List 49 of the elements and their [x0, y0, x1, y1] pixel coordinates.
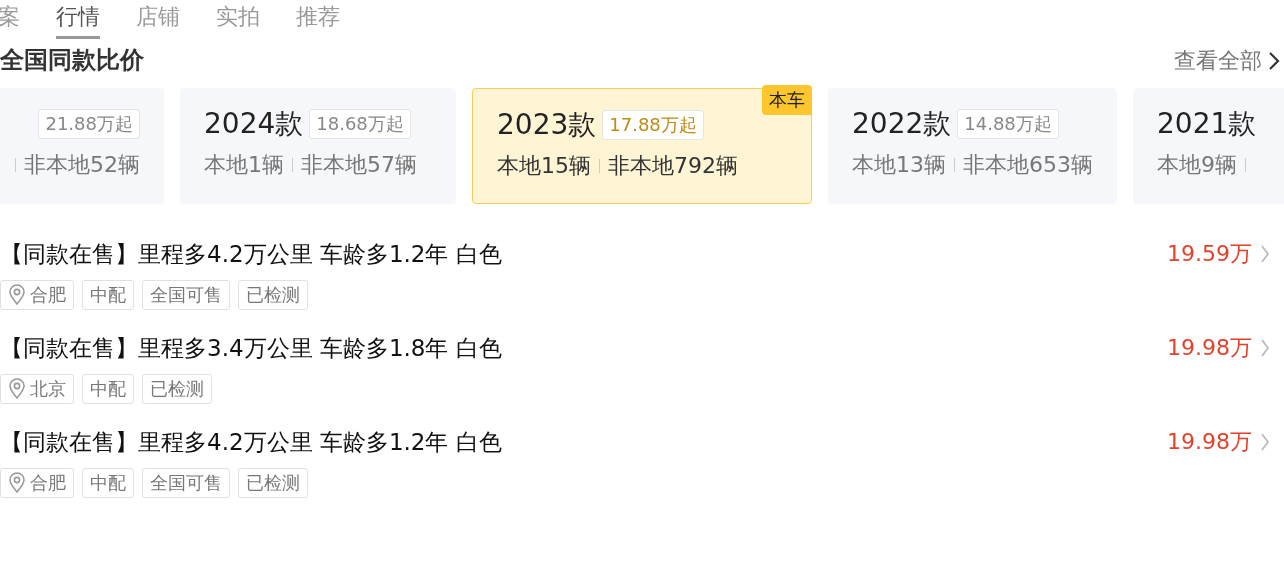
listing-tag: 全国可售: [142, 468, 230, 498]
listing-title[interactable]: 【同款在售】里程多3.4万公里 车龄多1.8年 白色: [0, 332, 1167, 364]
listing-title[interactable]: 【同款在售】里程多4.2万公里 车龄多1.2年 白色: [0, 426, 1167, 458]
listing-price: 19.98万: [1167, 428, 1252, 456]
chevron-right-icon[interactable]: [1260, 432, 1270, 452]
listing-tag: 已检测: [238, 468, 308, 498]
listing-title[interactable]: 【同款在售】里程多4.2万公里 车龄多1.2年 白色: [0, 238, 1167, 270]
listing-tag: 已检测: [142, 374, 212, 404]
tab[interactable]: 行情: [56, 0, 100, 39]
local-count: 本地9辆: [1157, 151, 1237, 179]
starting-price: 14.88万起: [957, 109, 1059, 139]
model-card[interactable]: 2024款 18.68万起 本地1辆 非本地57辆: [180, 88, 456, 204]
model-card[interactable]: 2021款 本地9辆: [1133, 88, 1284, 204]
model-year: 2021款: [1157, 106, 1257, 142]
location-text: 合肥: [30, 471, 66, 495]
chevron-right-icon[interactable]: [1260, 244, 1270, 264]
starting-price: 18.68万起: [309, 109, 411, 139]
model-year: 2022款: [852, 106, 952, 142]
local-count: 本地13辆: [852, 151, 946, 179]
chevron-right-icon[interactable]: [1260, 338, 1270, 358]
listing-tag: 全国可售: [142, 280, 230, 310]
listing-price: 19.98万: [1167, 334, 1252, 362]
starting-price: 17.88万起: [602, 110, 704, 140]
current-car-badge: 本车: [762, 85, 812, 115]
nonlocal-count: 非本地57辆: [301, 151, 417, 179]
chevron-right-icon: [1268, 51, 1280, 71]
model-year: 2024款: [204, 106, 304, 142]
starting-price: 21.88万起: [38, 109, 140, 139]
nonlocal-count: 非本地792辆: [608, 152, 738, 180]
model-card[interactable]: 21.88万起 非本地52辆: [0, 88, 164, 204]
model-card[interactable]: 2022款 14.88万起 本地13辆 非本地653辆: [828, 88, 1117, 204]
location-pin-icon: [8, 284, 26, 306]
model-year: 2023款: [497, 107, 597, 143]
view-all-link[interactable]: 查看全部: [1174, 46, 1280, 76]
local-count: 本地15辆: [497, 152, 591, 180]
listing-tag: 中配: [82, 468, 134, 498]
location-text: 北京: [30, 377, 66, 401]
listing-tag: 中配: [82, 374, 134, 404]
section-title: 全国同款比价: [0, 45, 144, 76]
nonlocal-count: 非本地52辆: [24, 151, 140, 179]
location-text: 合肥: [30, 283, 66, 307]
nonlocal-count: 非本地653辆: [963, 151, 1093, 179]
listing-price: 19.59万: [1167, 240, 1252, 268]
local-count: 本地1辆: [204, 151, 284, 179]
listing-tag: 已检测: [238, 280, 308, 310]
location-pin-icon: [8, 378, 26, 400]
location-pin-icon: [8, 472, 26, 494]
model-card[interactable]: 本车 2023款 17.88万起 本地15辆 非本地792辆: [472, 88, 812, 204]
listing-tag: 中配: [82, 280, 134, 310]
